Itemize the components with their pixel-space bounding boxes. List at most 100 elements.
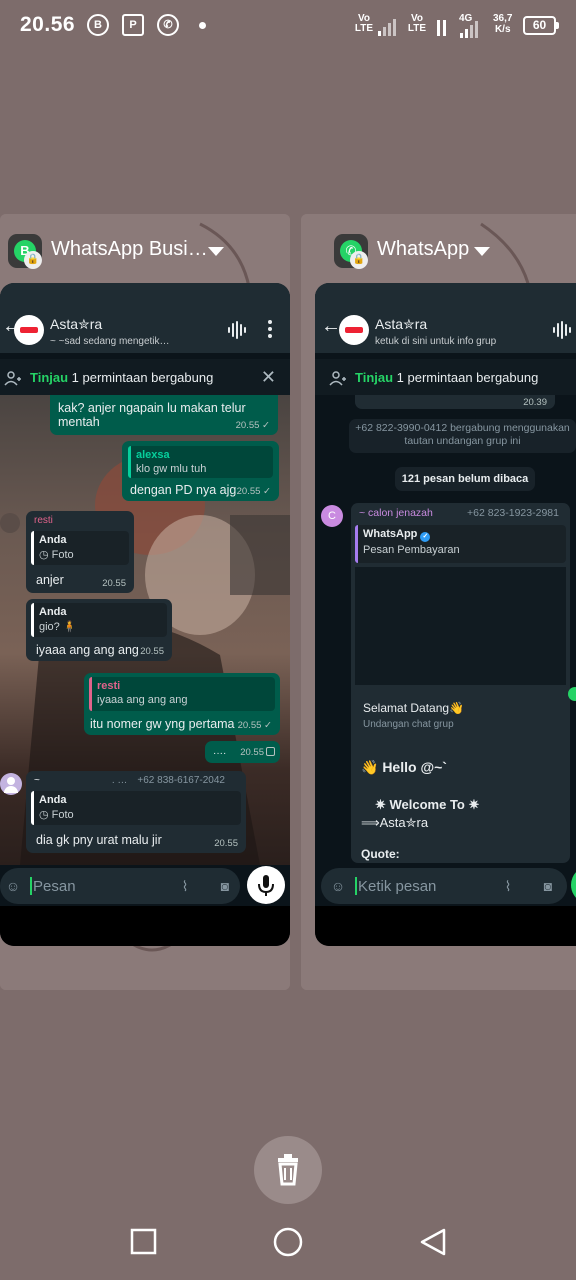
forward-icon[interactable] <box>568 687 576 701</box>
quoted-message[interactable]: alexsa klo gw mlu tuh <box>128 446 273 478</box>
quoted-message[interactable]: Anda ◷ Foto <box>31 531 129 565</box>
quoted-name: alexsa <box>136 449 170 461</box>
system-message: +62 822-3990-0412 bergabung menggunakan … <box>349 419 576 453</box>
voice-chat-icon[interactable] <box>228 321 246 339</box>
review-link[interactable]: Tinjau <box>355 370 393 385</box>
message-text: itu nomer gw yng pertama <box>90 717 235 731</box>
message-time: 20.39 <box>523 397 547 408</box>
menu-icon[interactable] <box>268 320 274 341</box>
view-once-icon <box>266 747 275 756</box>
quoted-message[interactable]: resti iyaaa ang ang ang <box>89 677 275 711</box>
message-text: anjer <box>36 573 64 587</box>
net-speed-value: 36,7 <box>493 13 513 24</box>
message-text: dengan PD nya ajg <box>130 483 237 497</box>
close-icon[interactable]: ✕ <box>261 367 276 388</box>
sender-avatar[interactable] <box>0 513 20 533</box>
quoted-name: WhatsApp ✓ <box>363 528 558 542</box>
hello-line: 👋 Hello @~` <box>361 759 447 775</box>
sender-phone: +62 838-6167-2042 <box>137 775 225 786</box>
join-request-bar[interactable]: Tinjau 1 permintaan bergabung ✕ <box>0 359 290 395</box>
chat-area: 20.39 +62 822-3990-0412 bergabung menggu… <box>315 395 576 906</box>
chevron-down-icon[interactable] <box>208 247 224 256</box>
navigation-bar <box>0 1196 576 1280</box>
clock-icon: ◷ <box>39 549 52 561</box>
app-header-2[interactable]: ✆ 🔒 WhatsApp <box>334 234 574 269</box>
app-name: WhatsApp Busi… <box>51 238 208 260</box>
quoted-message[interactable]: Anda ◷ Foto <box>31 791 241 825</box>
voice-chat-icon[interactable] <box>553 321 571 339</box>
mic-button[interactable] <box>247 866 285 904</box>
verified-icon: ✓ <box>420 532 431 542</box>
quoted-text: gio? 🧍 <box>39 621 77 633</box>
message-bubble[interactable]: kak? anjer ngapain lu makan telur mentah… <box>50 395 278 435</box>
message-time: 20.55 <box>102 578 126 589</box>
join-request-bar[interactable]: Tinjau 1 permintaan bergabung <box>315 359 576 395</box>
text-cursor <box>30 877 32 895</box>
message-composer: ☺ Pesan ⌇ ◙ <box>0 866 290 906</box>
name-line: ⟹Asta✮ra <box>361 815 429 830</box>
trash-icon <box>278 1154 298 1186</box>
welcome-subtitle: Undangan chat grup <box>363 719 454 730</box>
message-bubble[interactable]: ~. … +62 838-6167-2042 Anda ◷ Foto dia gk… <box>26 771 246 853</box>
review-link[interactable]: Tinjau <box>30 370 68 385</box>
message-bubble[interactable]: resti iyaaa ang ang ang itu nomer gw yng… <box>84 673 280 735</box>
message-bubble[interactable]: ~ calon jenazah +62 823-1923-2981 WhatsAp… <box>351 503 570 863</box>
sender-line: ~ calon jenazah +62 823-1923-2981 <box>359 507 562 519</box>
text-cursor <box>355 877 357 895</box>
people-icon <box>4 371 21 386</box>
quoted-text: ◷ Foto <box>39 809 74 821</box>
quoted-name: Anda <box>39 606 67 618</box>
camera-icon[interactable]: ◙ <box>539 878 557 896</box>
mic-button[interactable] <box>571 866 576 904</box>
media-placeholder[interactable] <box>355 567 566 685</box>
attach-icon[interactable]: ⌇ <box>499 878 517 896</box>
clear-all-button[interactable] <box>254 1136 322 1204</box>
back-arrow-icon[interactable]: ← <box>321 316 341 336</box>
sticker-icon[interactable]: ☺ <box>4 878 22 896</box>
mic-icon <box>258 875 274 896</box>
chat-header: ← Asta✮ra ~ ~sad sedang mengetik… <box>0 283 290 353</box>
message-bubble[interactable]: resti Anda ◷ Foto anjer 20.55 <box>26 511 134 593</box>
camera-icon[interactable]: ◙ <box>216 878 234 896</box>
battery-icon: 60 <box>523 16 559 35</box>
app-header-1[interactable]: B 🔒 WhatsApp Busi… <box>8 234 248 269</box>
people-icon <box>329 371 346 386</box>
sticker-icon[interactable]: ☺ <box>329 878 347 896</box>
group-avatar[interactable] <box>14 315 44 345</box>
home-icon[interactable] <box>273 1227 303 1257</box>
message-text: iyaaa ang ang ang <box>36 643 139 657</box>
chevron-down-icon[interactable] <box>474 247 490 256</box>
recent-app-card-1[interactable]: ← Asta✮ra ~ ~sad sedang mengetik… Tinjau… <box>0 283 290 946</box>
quoted-message[interactable]: Anda gio? 🧍 <box>31 603 167 637</box>
message-input-box[interactable]: ☺ Ketik pesan ⌇ ◙ <box>321 868 567 904</box>
welcome-title: Selamat Datang👋 <box>363 701 464 715</box>
message-input-placeholder[interactable]: Pesan <box>33 878 76 895</box>
chat-subtitle: ketuk di sini untuk info grup <box>375 336 497 347</box>
recent-app-card-2[interactable]: ← Asta✮ra ketuk di sini untuk info grup … <box>315 283 576 946</box>
quote-label: Quote: <box>361 847 400 861</box>
status-bar: 20.56 B P ✆ Vo LTE Vo LTE 4G 36,7 K/s 60 <box>0 0 576 52</box>
recents-icon[interactable] <box>130 1228 157 1255</box>
group-avatar[interactable] <box>339 315 369 345</box>
message-bubble[interactable]: alexsa klo gw mlu tuh dengan PD nya ajg … <box>122 441 279 501</box>
chat-title[interactable]: Asta✮ra <box>375 316 427 333</box>
message-bubble[interactable]: ···· 20.55 <box>205 741 280 763</box>
sender-avatar[interactable] <box>0 773 22 795</box>
message-time: 20.55 ✓ <box>236 486 271 497</box>
quoted-text: ◷ Foto <box>39 549 74 561</box>
join-request-label: 1 permintaan bergabung <box>71 370 214 385</box>
quoted-name: Anda <box>39 534 67 546</box>
join-request-label: 1 permintaan bergabung <box>396 370 539 385</box>
sender-avatar[interactable]: C <box>321 505 343 527</box>
message-bubble[interactable]: Anda gio? 🧍 iyaaa ang ang ang 20.55 <box>26 599 172 661</box>
chat-header: ← Asta✮ra ketuk di sini untuk info grup <box>315 283 576 353</box>
message-input-box[interactable]: ☺ Pesan ⌇ ◙ <box>0 868 240 904</box>
message-input-placeholder[interactable]: Ketik pesan <box>358 878 436 895</box>
message-bubble[interactable]: 20.39 <box>355 395 555 409</box>
attach-icon[interactable]: ⌇ <box>176 878 194 896</box>
chat-title[interactable]: Asta✮ra <box>50 316 102 333</box>
back-icon[interactable] <box>420 1228 446 1256</box>
message-text: dia gk pny urat malu jir <box>36 833 162 847</box>
quoted-message[interactable]: WhatsApp ✓ Pesan Pembayaran <box>355 525 566 563</box>
join-request-text: Tinjau 1 permintaan bergabung <box>30 370 213 385</box>
